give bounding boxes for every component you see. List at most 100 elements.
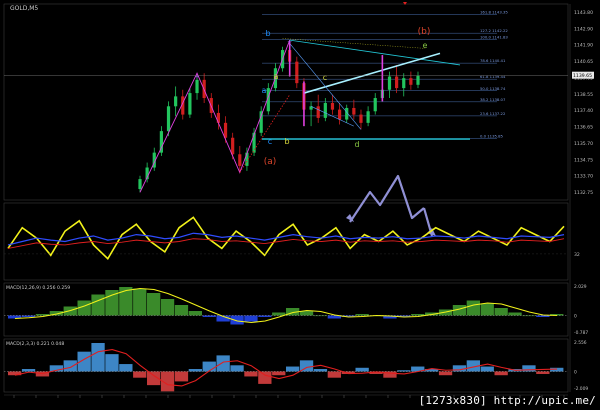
price-tick-label: 1138.55 <box>574 92 593 98</box>
candle-body <box>188 93 192 115</box>
oscillator-series-1 <box>7 232 565 246</box>
candle-body <box>387 76 392 90</box>
fib-label: 38.2 1138.07 <box>480 97 506 102</box>
symbol-title: GOLD,M5 <box>10 5 38 12</box>
macd-bar <box>536 371 550 374</box>
candle-body <box>174 96 178 107</box>
candle-body <box>337 109 342 120</box>
macd-bar <box>411 314 425 316</box>
macd-bar <box>494 371 508 376</box>
macd-bar <box>119 287 133 316</box>
macd-bar <box>202 315 216 317</box>
price-tick-label: 1133.70 <box>574 174 593 180</box>
footer-watermark: [1273x830] http://upic.me/ <box>418 394 596 407</box>
candle-body <box>366 111 370 123</box>
macd-bar <box>244 315 258 322</box>
oscillator-panel: 32 <box>4 216 580 261</box>
macd-tick-label: -2.009 <box>574 386 588 392</box>
macd-tick-label: -0.787 <box>574 330 588 336</box>
macd-tick-label: 2.029 <box>574 284 587 290</box>
fib-label: 78.6 1140.41 <box>480 58 506 63</box>
price-tick-label: 1140.65 <box>574 59 593 65</box>
candle-body <box>138 179 142 190</box>
price-tick-label: 1137.40 <box>574 108 593 114</box>
price-tick-label: 1143.80 <box>574 10 593 16</box>
macd-bar <box>105 354 119 372</box>
candle-body <box>195 79 199 94</box>
macd-bar <box>536 315 550 317</box>
macd-bar <box>258 315 272 317</box>
macd-bar <box>355 367 369 372</box>
macd-bar <box>508 312 522 316</box>
macd1-panel: MACD(12,26,9) 0.256 0.259 2.029 0 -0.787 <box>4 284 588 336</box>
fib-levels: 100.0 1141.83 78.6 1140.41 61.8 1139.44 50.… <box>262 9 508 140</box>
candle-body <box>166 106 171 132</box>
candle-body <box>316 106 320 118</box>
wave-label: b <box>265 29 270 38</box>
macd-bar <box>327 371 341 378</box>
candle-body <box>295 61 299 84</box>
macd-bar <box>133 371 147 378</box>
triangle-top-line <box>289 39 461 66</box>
wave-label: e <box>423 41 428 50</box>
macd-bar <box>91 294 105 316</box>
macd-bar <box>230 315 244 325</box>
macd-bar <box>202 361 216 372</box>
candle-body <box>402 78 406 89</box>
macd-tick-label: 0 <box>574 314 577 320</box>
macd-bar <box>480 303 494 316</box>
candle-body <box>223 122 228 138</box>
macd-bar <box>230 365 244 372</box>
price-tick-label: 1135.70 <box>574 141 593 147</box>
oscillator-series-0 <box>7 216 565 261</box>
macd-bar <box>133 288 147 316</box>
macd-bar <box>286 366 300 372</box>
price-tick-label: 1136.65 <box>574 125 593 131</box>
wave-annotations: b a c b c d e (a) (b) a + + <box>139 2 461 237</box>
macd-bar <box>174 305 189 316</box>
fib-label: 0.0 1135.85 <box>480 134 504 139</box>
wave-label: (a) <box>264 157 277 167</box>
peak-marker: + <box>287 39 292 46</box>
wave-label: c <box>323 73 327 82</box>
wave-label: c <box>268 137 272 146</box>
macd-title: MACD(2,3,3) 0.221 0.048 <box>6 341 64 347</box>
macd-tick-label: 0 <box>574 370 577 376</box>
osc-tick-label: 32 <box>574 252 580 258</box>
price-tick-label: 1142.90 <box>574 26 593 32</box>
wave-label: d <box>354 140 359 149</box>
fib-label: 23.6 1137.22 <box>480 111 506 116</box>
macd-bar <box>63 360 77 372</box>
current-price-label: 1139.65 <box>573 73 592 79</box>
fib-label: 127.2 1142.22 <box>480 28 508 33</box>
macd-bar <box>119 364 133 372</box>
macd-bar <box>147 293 161 316</box>
macd-bar <box>188 311 202 316</box>
macd-bar <box>313 369 328 372</box>
macd-bar <box>466 300 480 316</box>
candle-body <box>409 78 413 85</box>
macd-bar <box>21 369 36 372</box>
macd-bar <box>480 366 494 372</box>
macd-bar <box>174 371 189 382</box>
macd-bar <box>522 365 536 372</box>
macd-bar <box>258 371 272 384</box>
candle-body <box>373 98 377 112</box>
macd-bar <box>160 299 175 316</box>
wave-label: b <box>284 137 289 146</box>
wave-label: a <box>262 86 267 95</box>
candle-body <box>330 103 335 110</box>
macd-bar <box>91 343 105 372</box>
price-tick-label: 1132.75 <box>574 190 593 196</box>
macd-bar <box>188 369 202 372</box>
fib-label: 61.8 1139.44 <box>480 74 506 79</box>
fib-label: 161.8 1143.35 <box>480 9 508 14</box>
candle-body <box>352 107 356 115</box>
macd-tick-label: 2.556 <box>574 340 587 346</box>
macd-bar <box>355 314 369 316</box>
projection-path <box>349 174 425 223</box>
macd-bar <box>272 371 286 376</box>
wave-label: a <box>274 72 279 81</box>
fib-label: 100.0 1141.83 <box>480 35 508 40</box>
wave-label: (b) <box>418 27 431 37</box>
